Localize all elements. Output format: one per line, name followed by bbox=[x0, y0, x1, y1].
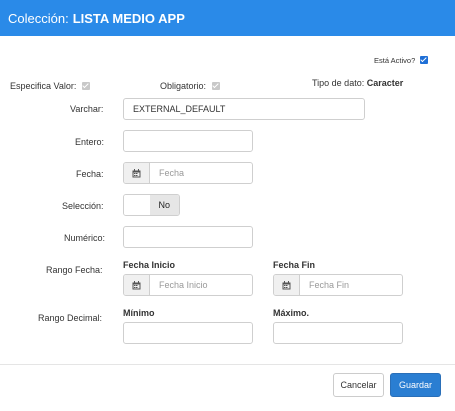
tipo-dato-row: Tipo de dato: Caracter bbox=[312, 78, 403, 88]
minimo-header: Mínimo bbox=[123, 308, 155, 318]
seleccion-toggle-on[interactable] bbox=[124, 195, 150, 215]
maximo-input[interactable] bbox=[273, 322, 403, 344]
save-button[interactable]: Guardar bbox=[390, 373, 441, 397]
calendar-icon[interactable] bbox=[124, 163, 150, 183]
numerico-input[interactable] bbox=[123, 226, 253, 248]
fecha-inicio-placeholder: Fecha Inicio bbox=[159, 280, 208, 290]
rango-decimal-label: Rango Decimal: bbox=[38, 313, 103, 323]
cancel-button[interactable]: Cancelar bbox=[333, 373, 384, 397]
numerico-label: Numérico: bbox=[64, 233, 106, 243]
modal-header: Colección: LISTA MEDIO APP bbox=[0, 0, 455, 36]
obligatorio-checkbox[interactable] bbox=[211, 82, 220, 90]
activo-checkbox[interactable] bbox=[420, 56, 429, 64]
fecha-inicio-header: Fecha Inicio bbox=[123, 260, 176, 270]
rango-fecha-label: Rango Fecha: bbox=[46, 265, 103, 275]
seleccion-toggle-no[interactable]: No bbox=[149, 195, 179, 215]
fecha-label: Fecha: bbox=[76, 169, 104, 179]
header-title-name: LISTA MEDIO APP bbox=[72, 10, 185, 26]
obligatorio-row: Obligatorio: bbox=[160, 81, 220, 91]
calendar-icon[interactable] bbox=[124, 275, 150, 295]
fecha-placeholder: Fecha bbox=[159, 168, 185, 178]
seleccion-label: Selección: bbox=[62, 201, 104, 211]
varchar-input[interactable]: EXTERNAL_DEFAULT bbox=[123, 98, 365, 120]
fecha-inicio-input[interactable]: Fecha Inicio bbox=[123, 274, 253, 296]
fecha-fin-placeholder: Fecha Fin bbox=[309, 280, 350, 290]
entero-input[interactable] bbox=[123, 130, 253, 152]
collection-modal: Colección: LISTA MEDIO APP Está Activo? … bbox=[0, 0, 455, 411]
fecha-fin-input[interactable]: Fecha Fin bbox=[273, 274, 403, 296]
tipo-dato-value: Caracter bbox=[366, 78, 404, 88]
calendar-icon[interactable] bbox=[274, 275, 300, 295]
fecha-input[interactable]: Fecha bbox=[123, 162, 253, 184]
activo-label: Está Activo? bbox=[374, 56, 416, 65]
seleccion-toggle[interactable]: No bbox=[123, 194, 180, 216]
maximo-header: Máximo. bbox=[273, 308, 310, 318]
obligatorio-label: Obligatorio: bbox=[160, 81, 207, 91]
varchar-value: EXTERNAL_DEFAULT bbox=[133, 104, 226, 114]
footer-divider bbox=[0, 364, 455, 365]
fecha-fin-header: Fecha Fin bbox=[273, 260, 316, 270]
especifica-label: Especifica Valor: bbox=[10, 81, 77, 91]
minimo-input[interactable] bbox=[123, 322, 253, 344]
varchar-label: Varchar: bbox=[70, 104, 104, 114]
activo-row: Está Activo? bbox=[374, 56, 429, 65]
header-title-prefix: Colección: bbox=[8, 10, 69, 26]
tipo-dato-label: Tipo de dato: bbox=[312, 78, 365, 88]
especifica-checkbox[interactable] bbox=[81, 82, 90, 90]
especifica-row: Especifica Valor: bbox=[10, 81, 90, 91]
entero-label: Entero: bbox=[75, 137, 105, 147]
